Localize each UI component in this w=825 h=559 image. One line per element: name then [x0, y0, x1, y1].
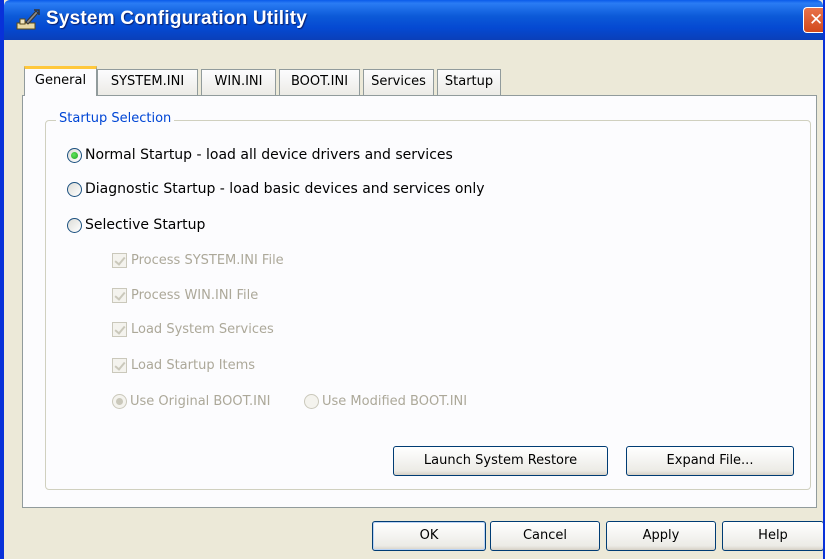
load-startup-items-checkbox: [112, 358, 127, 373]
use-modified-boot-ini-option: Use Modified BOOT.INI: [304, 394, 467, 409]
use-modified-boot-ini-label: Use Modified BOOT.INI: [322, 394, 468, 409]
tab-startup[interactable]: Startup: [437, 69, 501, 95]
close-icon: ✕: [809, 10, 824, 30]
ok-button[interactable]: OK: [372, 521, 486, 551]
use-original-boot-ini-label: Use Original BOOT.INI: [130, 394, 271, 409]
process-win-ini-label: Process WIN.INI File: [131, 288, 259, 303]
system-configuration-window: System Configuration Utility ✕ General S…: [0, 0, 825, 559]
msconfig-app-icon: [16, 9, 40, 31]
selective-startup-option[interactable]: Selective Startup: [67, 217, 205, 233]
general-tab-panel: Startup Selection Normal Startup - load …: [22, 95, 817, 508]
load-startup-items-option: Load Startup Items: [112, 358, 255, 373]
tab-general[interactable]: General: [24, 66, 97, 96]
tab-system-ini[interactable]: SYSTEM.INI: [97, 69, 198, 95]
apply-button[interactable]: Apply: [606, 521, 716, 551]
diagnostic-startup-label[interactable]: Diagnostic Startup - load basic devices …: [85, 181, 485, 197]
diagnostic-startup-option[interactable]: Diagnostic Startup - load basic devices …: [67, 181, 485, 197]
use-original-boot-ini-radio: [112, 394, 127, 409]
window-title: System Configuration Utility: [46, 8, 308, 29]
normal-startup-option[interactable]: Normal Startup - load all device drivers…: [67, 147, 453, 163]
load-system-services-option: Load System Services: [112, 322, 274, 337]
startup-selection-group: Startup Selection: [45, 111, 811, 490]
expand-file-button[interactable]: Expand File...: [626, 446, 794, 476]
use-original-boot-ini-option: Use Original BOOT.INI: [112, 394, 271, 409]
cancel-button[interactable]: Cancel: [490, 521, 600, 551]
process-system-ini-checkbox: [112, 253, 127, 268]
tab-boot-ini[interactable]: BOOT.INI: [279, 69, 360, 95]
tab-services[interactable]: Services: [363, 69, 434, 95]
use-modified-boot-ini-radio: [304, 394, 319, 409]
process-win-ini-option: Process WIN.INI File: [112, 288, 258, 303]
process-system-ini-label: Process SYSTEM.INI File: [131, 253, 284, 268]
selective-startup-label[interactable]: Selective Startup: [85, 217, 205, 233]
selective-startup-radio[interactable]: [67, 217, 82, 233]
process-win-ini-checkbox: [112, 288, 127, 303]
close-button[interactable]: ✕: [803, 7, 824, 33]
help-button[interactable]: Help: [722, 521, 823, 551]
launch-system-restore-button[interactable]: Launch System Restore: [393, 446, 608, 476]
normal-startup-label[interactable]: Normal Startup - load all device drivers…: [85, 147, 453, 163]
diagnostic-startup-radio[interactable]: [67, 181, 82, 197]
load-system-services-label: Load System Services: [131, 322, 274, 337]
normal-startup-radio[interactable]: [67, 147, 82, 163]
startup-selection-label: Startup Selection: [56, 111, 175, 126]
process-system-ini-option: Process SYSTEM.INI File: [112, 253, 284, 268]
load-system-services-checkbox: [112, 322, 127, 337]
title-bar[interactable]: System Configuration Utility ✕: [4, 0, 823, 40]
load-startup-items-label: Load Startup Items: [131, 358, 256, 373]
tab-win-ini[interactable]: WIN.INI: [201, 69, 276, 95]
